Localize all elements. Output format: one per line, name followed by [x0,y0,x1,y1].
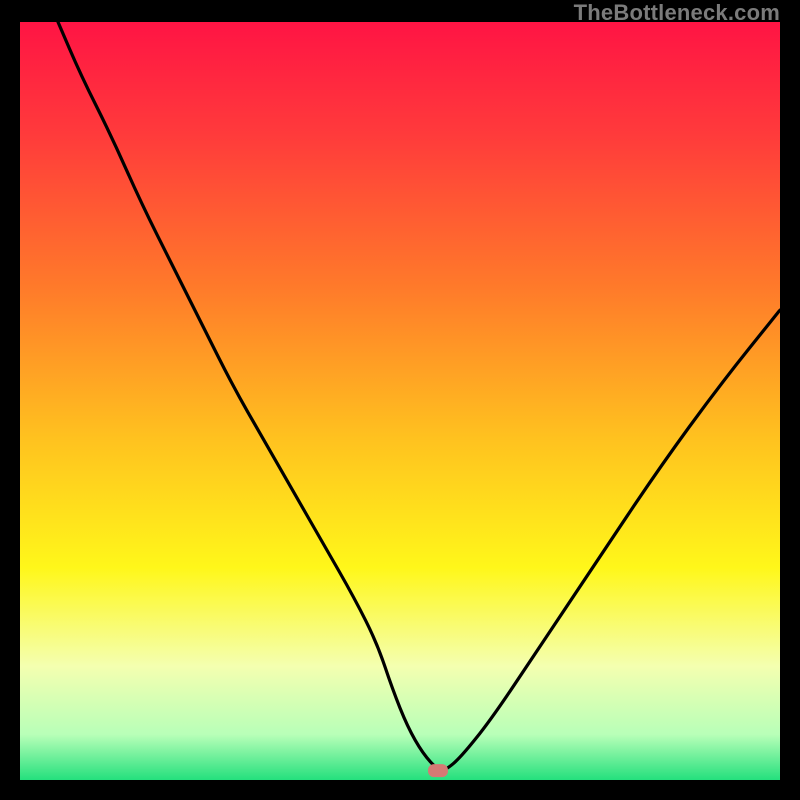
chart-frame: TheBottleneck.com [0,0,800,800]
chart-svg [20,22,780,780]
optimum-marker [428,764,448,777]
chart-background [20,22,780,780]
chart-plot-area [20,22,780,780]
